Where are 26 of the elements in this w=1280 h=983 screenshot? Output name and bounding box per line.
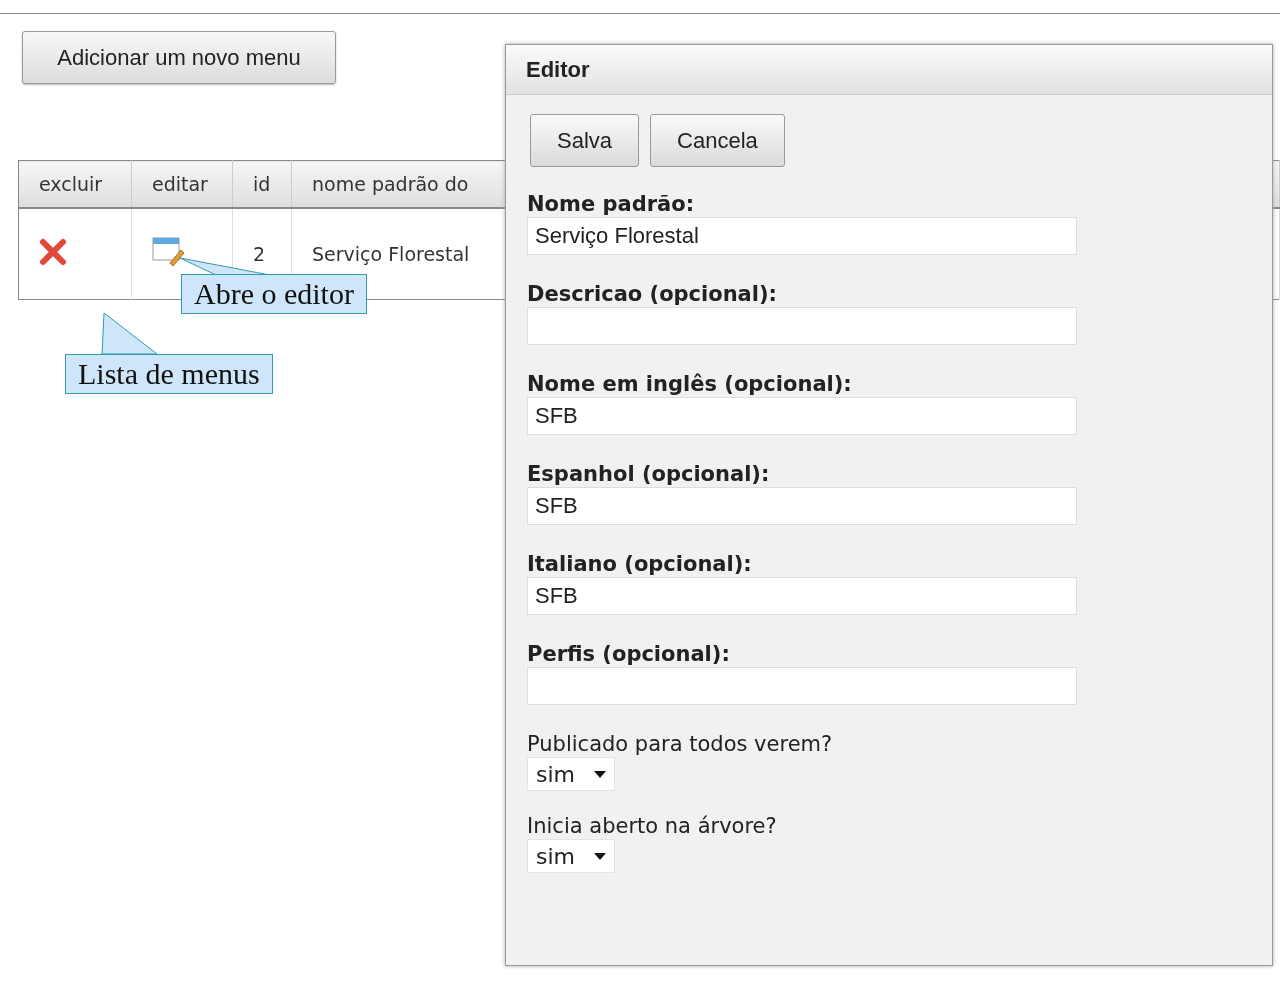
field-label: Espanhol (opcional): [527, 461, 770, 487]
field-label: Nome em inglês (opcional): [527, 371, 852, 397]
input-field[interactable]: Serviço Florestal [527, 217, 1077, 255]
column-header: id [232, 160, 292, 208]
field-label: Inicia aberto na árvore? [527, 813, 777, 839]
delete-icon[interactable] [39, 238, 67, 266]
add-menu-button[interactable]: Adicionar um novo menu [22, 31, 336, 84]
column-header: editar [131, 160, 233, 208]
input-field[interactable]: SFB [527, 487, 1077, 525]
dropdown[interactable]: sim [527, 757, 615, 791]
callout-pointer [102, 313, 158, 355]
cancel-button[interactable]: Cancela [650, 114, 785, 167]
field-label: Publicado para todos verem? [527, 731, 833, 757]
input-field[interactable]: SFB [527, 397, 1077, 435]
save-button[interactable]: Salva [530, 114, 640, 167]
field-label: Perfis (opcional): [527, 641, 730, 667]
caret-icon [594, 852, 606, 860]
input-field[interactable] [527, 307, 1077, 345]
input-field[interactable] [527, 667, 1077, 705]
field-label: Italiano (opcional): [527, 551, 752, 577]
caret-icon [594, 770, 606, 778]
edit-icon[interactable] [152, 237, 184, 267]
column-header: excluir [18, 160, 132, 208]
dropdown[interactable]: sim [527, 839, 615, 873]
dialog-title: Editor [506, 45, 1272, 95]
input-field[interactable]: SFB [527, 577, 1077, 615]
